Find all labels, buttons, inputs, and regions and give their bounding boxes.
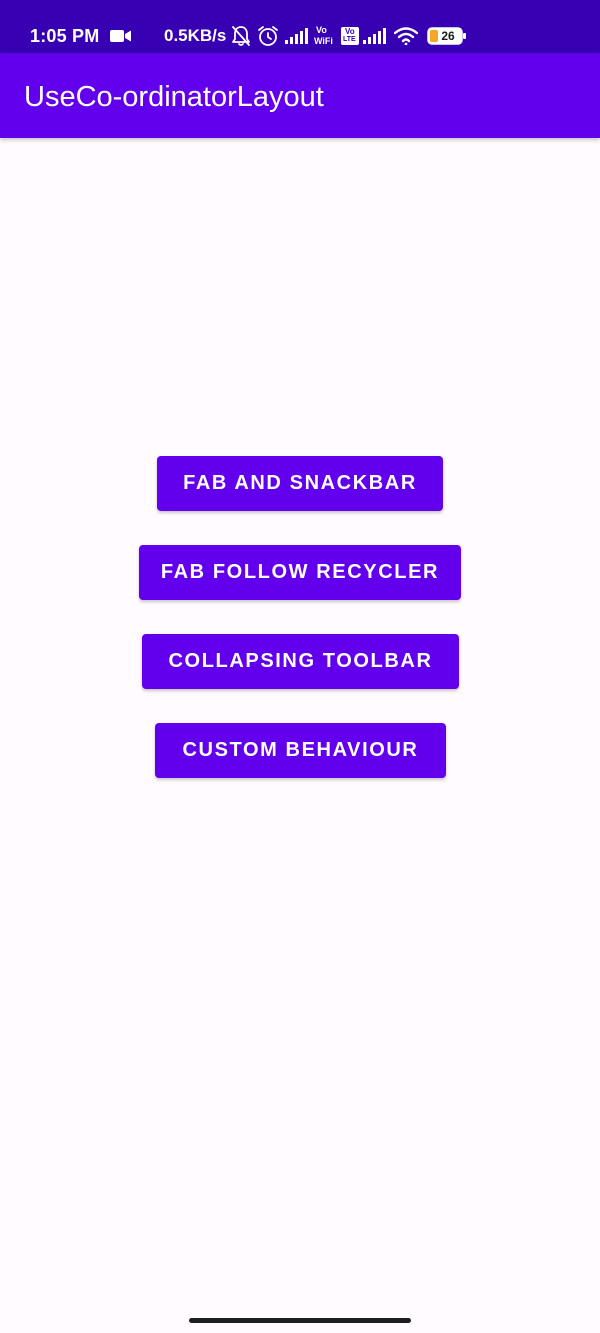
cell-signal-icon: [285, 28, 308, 44]
video-camera-icon: [110, 30, 131, 42]
vowifi-icon-label: WiFi: [314, 36, 333, 46]
custom-behaviour-button[interactable]: CUSTOM BEHAVIOUR: [155, 723, 446, 778]
volte-icon-label-top: Vo: [345, 27, 355, 36]
battery-level: 26: [441, 29, 455, 43]
bell-off-icon: [232, 26, 250, 46]
app-title: UseCo-ordinatorLayout: [24, 81, 324, 113]
collapsing-toolbar-button[interactable]: COLLAPSING TOOLBAR: [142, 634, 459, 689]
status-time: 1:05 PM: [30, 26, 100, 46]
home-indicator[interactable]: [189, 1318, 411, 1323]
alarm-icon: [258, 26, 278, 46]
network-speed: 0.5KB/s: [164, 26, 227, 45]
fab-follow-recycler-button[interactable]: FAB FOLLOW RECYCLER: [139, 545, 461, 600]
vowifi-icon: Vo: [316, 25, 327, 35]
app-bar: UseCo-ordinatorLayout: [0, 53, 600, 138]
status-bar: 1:05 PM 0.5KB/s Vo WiFi Vo LTE 26: [0, 0, 600, 53]
fab-and-snackbar-button[interactable]: FAB AND SNACKBAR: [157, 456, 443, 511]
wifi-icon: [394, 27, 418, 45]
screen: 1:05 PM 0.5KB/s Vo WiFi Vo LTE 26 UseCo-…: [0, 0, 600, 1333]
cell-signal-icon: [363, 28, 386, 44]
volte-icon-label-bottom: LTE: [343, 36, 356, 43]
